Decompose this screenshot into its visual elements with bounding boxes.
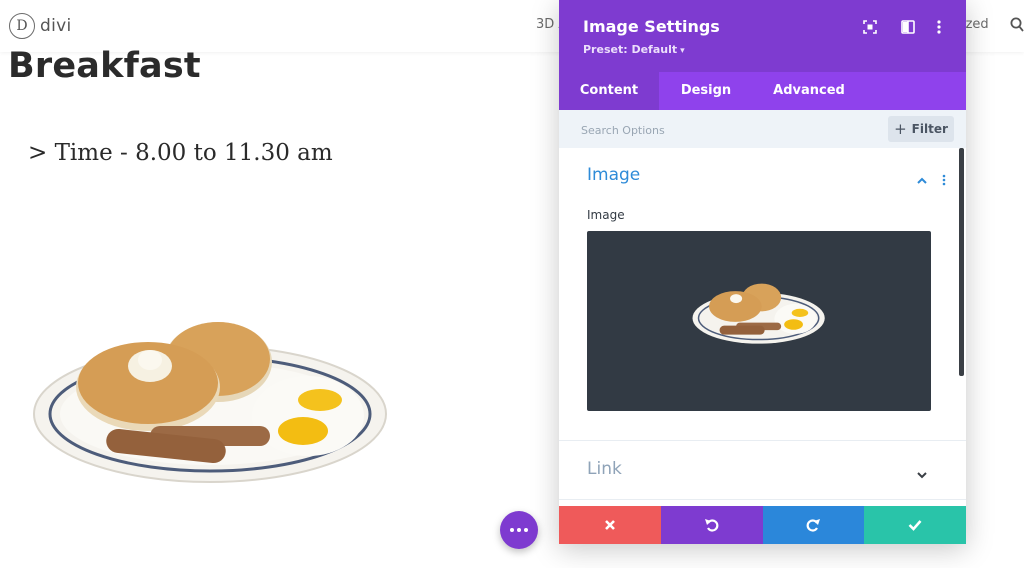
discard-button[interactable] xyxy=(559,506,661,544)
fullscreen-icon[interactable] xyxy=(863,19,877,33)
divi-logo[interactable]: D divi xyxy=(9,13,72,39)
preset-dropdown[interactable]: Preset: Default▾ xyxy=(583,43,685,56)
caret-down-icon: ▾ xyxy=(680,46,685,56)
plus-icon: + xyxy=(894,120,907,138)
tab-content[interactable]: Content xyxy=(559,72,659,110)
image-field-label: Image xyxy=(587,208,625,222)
breakfast-time-text: > Time - 8.00 to 11.30 am xyxy=(28,140,333,166)
modal-title: Image Settings xyxy=(583,17,720,36)
redo-button[interactable] xyxy=(763,506,865,544)
scrollbar[interactable] xyxy=(959,148,964,376)
image-settings-modal: Image Settings Preset: Default▾ Content … xyxy=(559,0,966,544)
redo-icon xyxy=(805,517,821,533)
chevron-down-icon xyxy=(916,465,928,484)
ellipsis-icon xyxy=(509,527,529,533)
filter-label: Filter xyxy=(912,122,948,136)
close-icon xyxy=(604,519,616,531)
undo-icon xyxy=(704,517,720,533)
search-icon[interactable] xyxy=(1010,17,1024,37)
page-title: Breakfast xyxy=(8,46,201,86)
nav-link-partial-right[interactable]: ized xyxy=(962,17,989,32)
link-section-title: Link xyxy=(587,459,622,479)
kebab-menu-icon[interactable] xyxy=(936,19,950,33)
logo-text: divi xyxy=(40,16,72,36)
section-divider xyxy=(559,499,966,500)
more-options-button[interactable] xyxy=(500,511,538,549)
settings-tabs: Content Design Advanced xyxy=(559,72,966,110)
undo-button[interactable] xyxy=(661,506,763,544)
tab-design[interactable]: Design xyxy=(659,72,753,110)
modal-header[interactable]: Image Settings Preset: Default▾ xyxy=(559,0,966,72)
chevron-up-icon[interactable] xyxy=(916,171,928,190)
modal-footer xyxy=(559,506,966,544)
preset-label: Preset: Default xyxy=(583,43,677,56)
split-view-icon[interactable] xyxy=(901,19,915,33)
preview-breakfast-image xyxy=(691,281,827,347)
breakfast-plate-image xyxy=(30,316,392,490)
search-options-input[interactable] xyxy=(579,118,833,142)
link-section-header[interactable]: Link xyxy=(559,441,966,499)
image-upload-preview[interactable] xyxy=(587,231,931,411)
logo-mark: D xyxy=(9,13,35,39)
search-options-row: + Filter xyxy=(559,110,966,148)
section-options-icon[interactable] xyxy=(942,171,946,190)
tab-advanced[interactable]: Advanced xyxy=(753,72,865,110)
filter-button[interactable]: + Filter xyxy=(888,116,954,142)
save-button[interactable] xyxy=(864,506,966,544)
check-icon xyxy=(908,519,922,531)
image-section-title[interactable]: Image xyxy=(587,165,640,185)
